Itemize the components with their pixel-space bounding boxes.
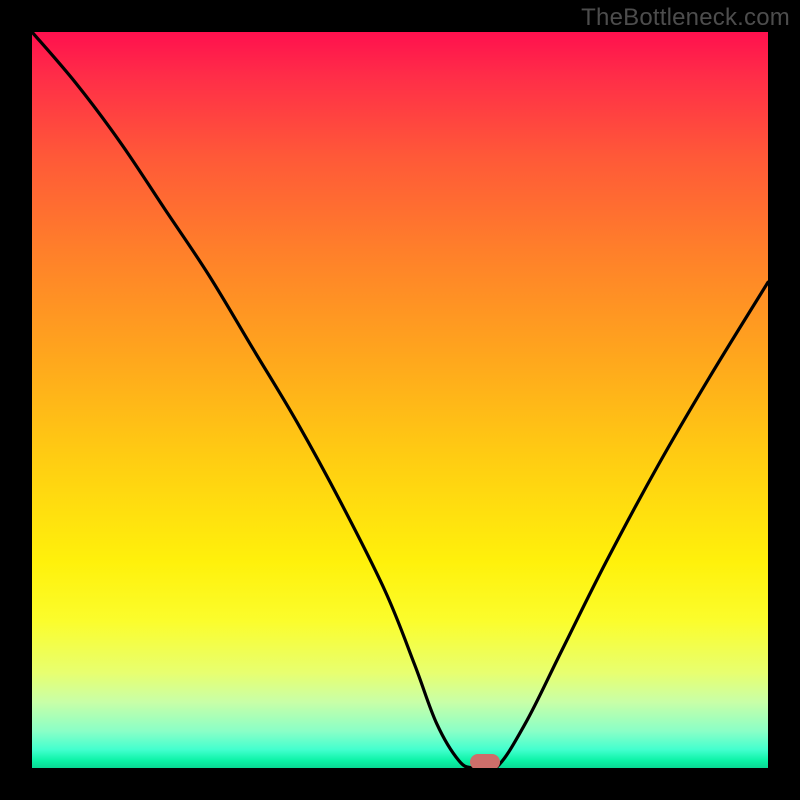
- bottleneck-curve-path: [32, 32, 768, 768]
- chart-container: TheBottleneck.com: [0, 0, 800, 800]
- plot-area: [32, 32, 768, 768]
- curve-svg: [32, 32, 768, 768]
- watermark-text: TheBottleneck.com: [581, 4, 790, 32]
- optimal-marker: [470, 754, 500, 768]
